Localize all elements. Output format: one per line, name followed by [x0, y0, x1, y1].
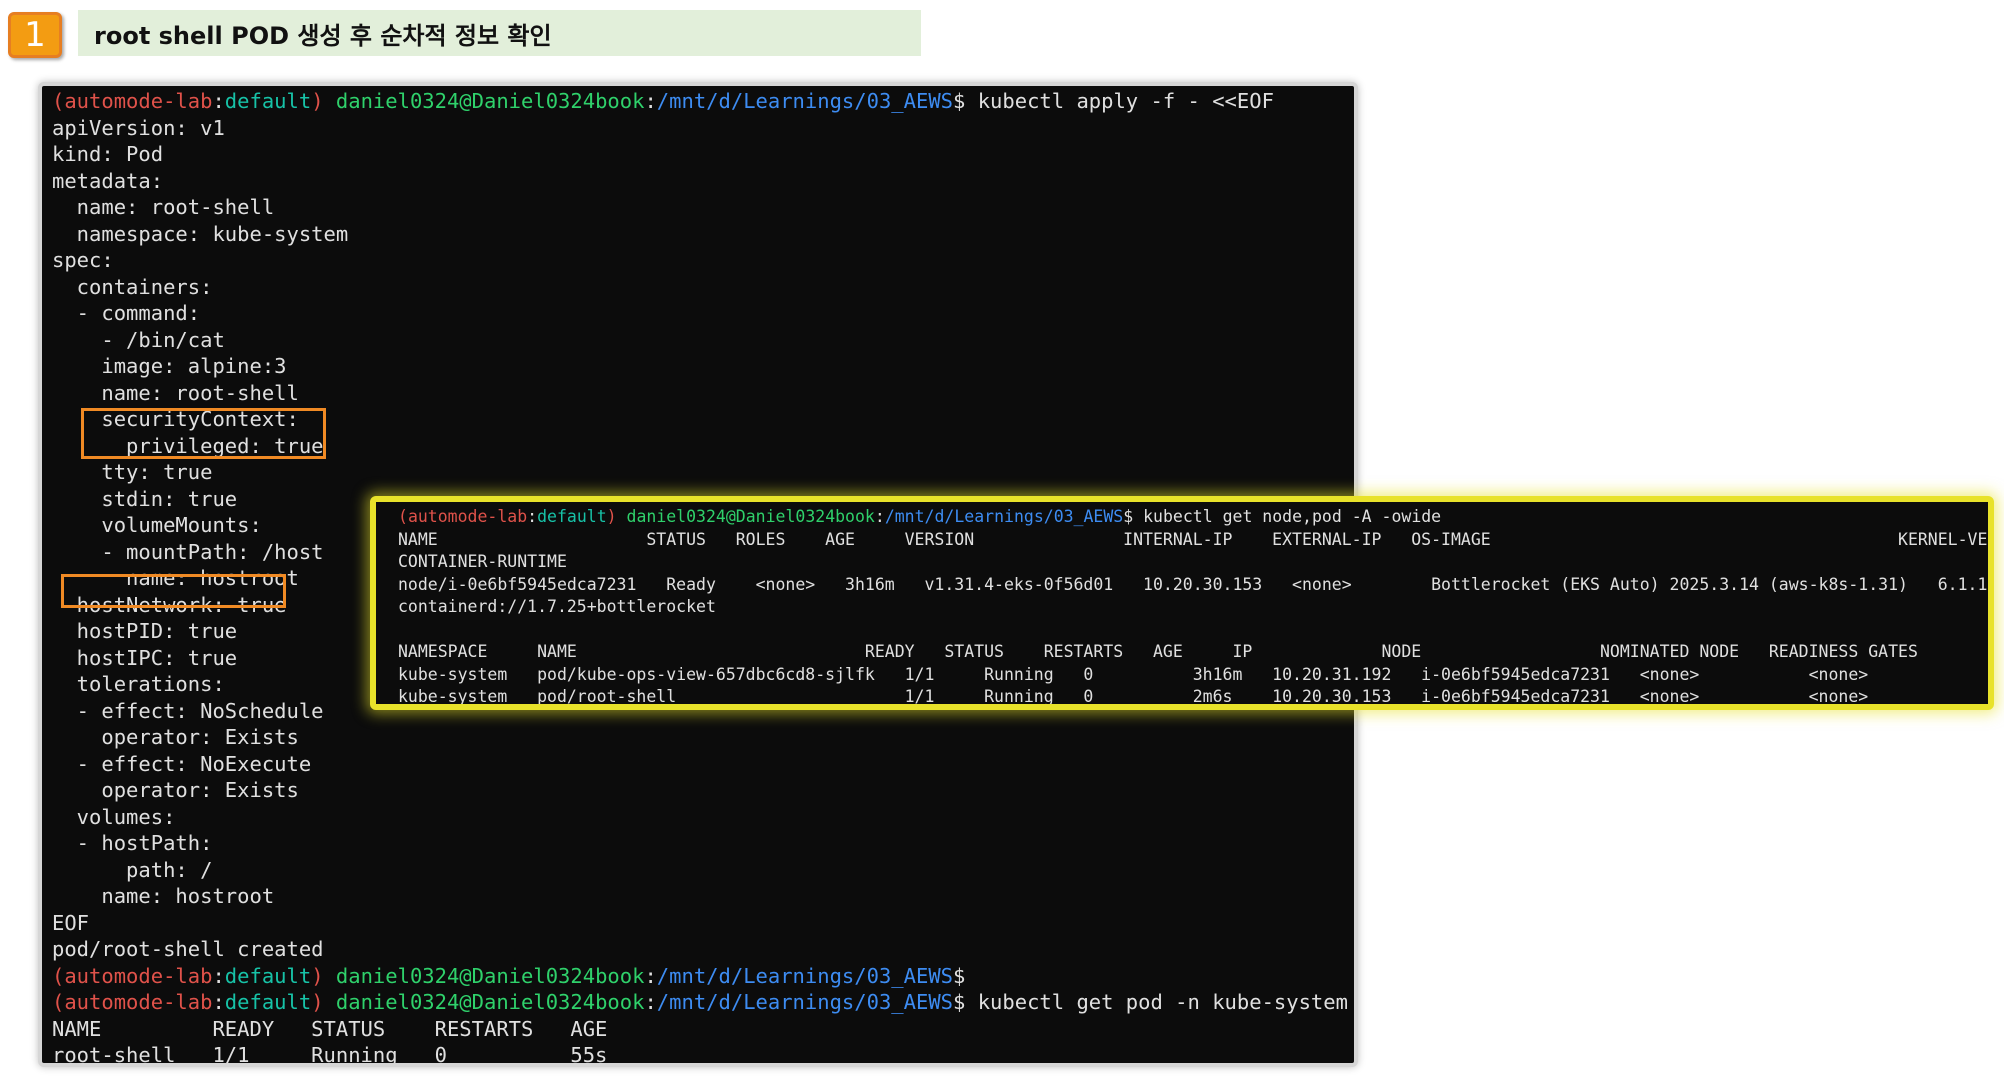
- manifest-line: pod/root-shell created: [52, 937, 324, 961]
- command-text: kubectl apply -f - <<EOF: [965, 89, 1274, 113]
- output-line: NAME STATUS ROLES AGE VERSION INTERNAL-I…: [398, 529, 1994, 549]
- prompt-namespace: default: [537, 507, 607, 526]
- prompt-dollar: $: [953, 89, 966, 113]
- manifest-line: stdin: true: [52, 486, 238, 511]
- prompt-dollar: $: [953, 963, 966, 988]
- prompt-separator: :: [527, 507, 538, 526]
- manifest-line: tty: true: [52, 460, 213, 484]
- manifest-line: operator: Exists: [52, 725, 299, 749]
- prompt-path: /mnt/d/Learnings/03_AEWS: [884, 507, 1124, 526]
- manifest-line: name: root-shell: [52, 380, 299, 405]
- prompt-paren: (: [52, 89, 65, 113]
- prompt-paren: (: [398, 507, 408, 526]
- manifest-line: volumeMounts:: [52, 513, 262, 537]
- step-number-badge: 1: [8, 12, 62, 58]
- prompt-dollar: $: [953, 990, 966, 1014]
- prompt-dollar: $: [1123, 507, 1134, 526]
- pod-table-row: root-shell 1/1 Running 0 55s: [52, 1043, 608, 1067]
- manifest-line: - command:: [52, 301, 201, 325]
- prompt-namespace: default: [224, 89, 312, 113]
- output-line: CONTAINER-RUNTIME: [398, 552, 567, 571]
- prompt-paren: ): [311, 89, 336, 113]
- output-line: node/i-0e6bf5945edca7231 Ready <none> 3h…: [398, 574, 1994, 594]
- prompt-paren: (: [52, 990, 65, 1014]
- prompt-path: /mnt/d/Learnings/03_AEWS: [656, 89, 954, 113]
- manifest-line: spec:: [52, 248, 114, 272]
- prompt-separator: :: [212, 990, 225, 1014]
- manifest-line: operator: Exists: [52, 778, 299, 802]
- manifest-line: - /bin/cat: [52, 327, 225, 352]
- manifest-line: namespace: kube-system: [52, 221, 349, 246]
- output-line: containerd://1.7.25+bottlerocket: [398, 597, 716, 616]
- manifest-line: image: alpine:3: [52, 354, 287, 378]
- prompt-line: (automode-lab:default) daniel0324@Daniel…: [398, 506, 1441, 529]
- output-line: kube-system pod/root-shell 1/1 Running 0…: [398, 687, 1869, 706]
- prompt-namespace: default: [224, 963, 312, 988]
- overlay-terminal-window[interactable]: (automode-lab:default) daniel0324@Daniel…: [370, 496, 1994, 710]
- prompt-colon: :: [644, 89, 657, 113]
- command-text: kubectl get node,pod -A -owide: [1133, 507, 1442, 526]
- prompt-colon: :: [644, 963, 657, 988]
- prompt-separator: :: [212, 963, 225, 988]
- manifest-line: volumes:: [52, 804, 176, 829]
- prompt-user: daniel0324@Daniel0324book: [626, 507, 875, 526]
- prompt-cluster: automode-lab: [64, 89, 213, 113]
- prompt-paren: ): [606, 507, 627, 526]
- prompt-colon: :: [874, 507, 885, 526]
- prompt-user: daniel0324@Daniel0324book: [335, 963, 645, 988]
- prompt-line: (automode-lab:default) daniel0324@Daniel…: [52, 88, 1274, 115]
- prompt-paren: ): [311, 963, 336, 988]
- manifest-line: kind: Pod: [52, 142, 164, 166]
- prompt-path: /mnt/d/Learnings/03_AEWS: [656, 963, 954, 988]
- prompt-namespace: default: [224, 990, 312, 1014]
- manifest-line: tolerations:: [52, 672, 225, 696]
- prompt-user: daniel0324@Daniel0324book: [335, 89, 645, 113]
- prompt-cluster: automode-lab: [64, 963, 213, 988]
- manifest-line: - hostPath:: [52, 831, 213, 855]
- manifest-line: name: hostroot: [52, 884, 275, 908]
- security-context-highlight: [81, 408, 326, 459]
- prompt-cluster: automode-lab: [407, 507, 528, 526]
- prompt-line: (automode-lab:default) daniel0324@Daniel…: [52, 963, 965, 990]
- manifest-line: metadata:: [52, 168, 164, 193]
- prompt-cluster: automode-lab: [64, 990, 213, 1014]
- output-line: kube-system pod/kube-ops-view-657dbc6cd8…: [398, 664, 1869, 684]
- host-network-highlight: [61, 574, 286, 608]
- manifest-line: hostIPC: true: [52, 645, 238, 670]
- prompt-line: (automode-lab:default) daniel0324@Daniel…: [52, 989, 1354, 1016]
- manifest-line: name: root-shell: [52, 195, 275, 219]
- prompt-paren: ): [311, 990, 336, 1014]
- output-line: NAMESPACE NAME READY STATUS RESTARTS AGE…: [398, 642, 1918, 661]
- command-text: kubectl get pod -n kube-system root-shel…: [977, 990, 1348, 1014]
- prompt-paren: (: [52, 963, 65, 988]
- prompt-separator: :: [212, 89, 225, 113]
- manifest-line: apiVersion: v1: [52, 115, 225, 140]
- manifest-line: - mountPath: /host: [52, 539, 324, 564]
- manifest-line: - effect: NoSchedule: [52, 698, 324, 723]
- prompt-colon: :: [644, 990, 657, 1014]
- manifest-line: EOF: [52, 910, 90, 935]
- pod-table-header: NAME READY STATUS RESTARTS AGE: [52, 1016, 608, 1041]
- manifest-line: path: /: [52, 857, 213, 882]
- manifest-line: - effect: NoExecute: [52, 751, 312, 776]
- manifest-line: hostPID: true: [52, 619, 238, 643]
- section-title-text: root shell POD 생성 후 순차적 정보 확인: [94, 21, 552, 50]
- prompt-path: /mnt/d/Learnings/03_AEWS: [656, 990, 954, 1014]
- prompt-user: daniel0324@Daniel0324book: [335, 990, 645, 1014]
- section-title: root shell POD 생성 후 순차적 정보 확인: [78, 10, 921, 56]
- manifest-line: containers:: [52, 274, 213, 299]
